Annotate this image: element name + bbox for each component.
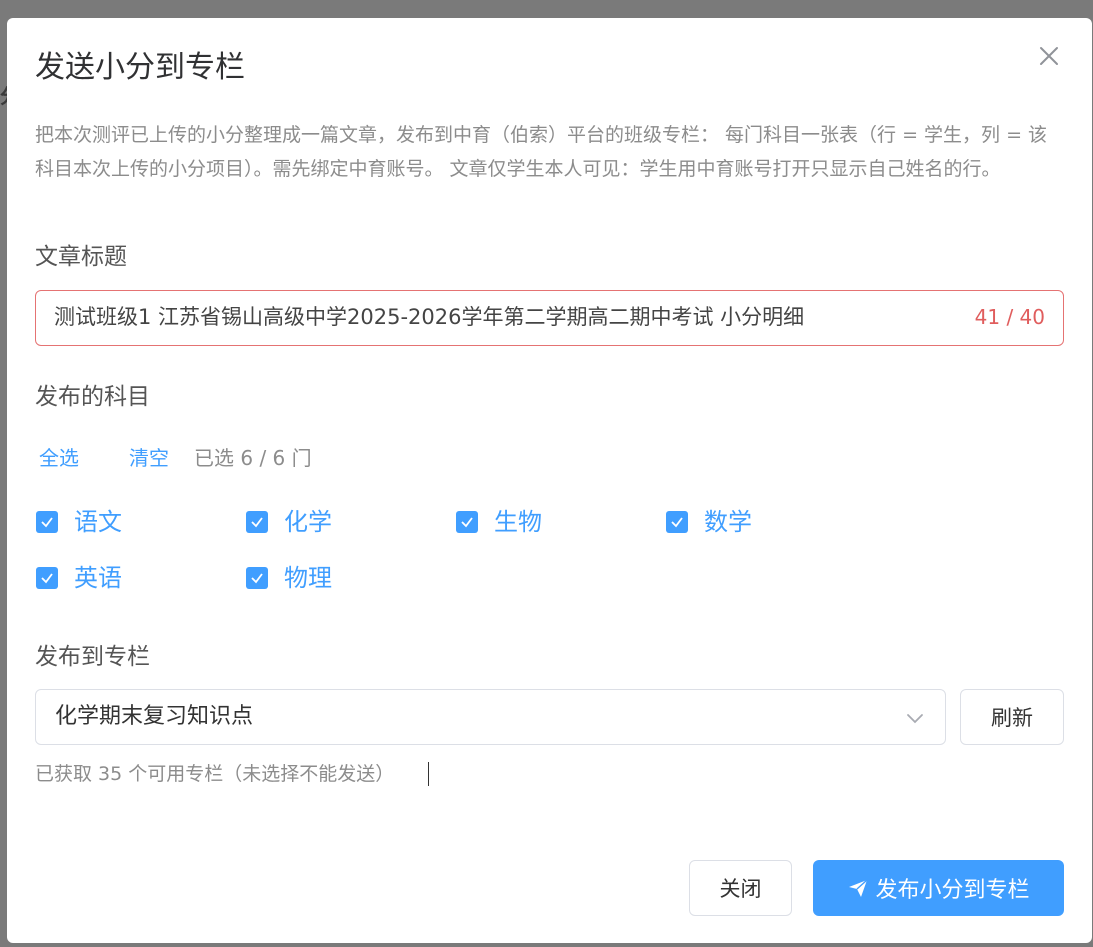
clear-button[interactable]: 清空 bbox=[129, 444, 169, 472]
checkbox-checked-icon[interactable] bbox=[666, 511, 688, 533]
title-char-counter: 41 / 40 bbox=[974, 305, 1045, 329]
column-select-value[interactable]: 化学期末复习知识点 bbox=[55, 690, 253, 744]
subject-label[interactable]: 数学 bbox=[704, 506, 752, 538]
checkbox-checked-icon[interactable] bbox=[36, 567, 58, 589]
close-icon[interactable] bbox=[1035, 42, 1063, 70]
subject-label[interactable]: 生物 bbox=[494, 506, 542, 538]
dialog-title: 发送小分到专栏 bbox=[35, 50, 245, 85]
refresh-button[interactable]: 刷新 bbox=[960, 689, 1064, 745]
text-caret bbox=[428, 762, 429, 786]
subject-checkbox-chemistry[interactable]: 化学 bbox=[246, 506, 332, 538]
publish-button[interactable]: 发布小分到专栏 bbox=[813, 860, 1064, 916]
subject-label[interactable]: 英语 bbox=[74, 562, 122, 594]
subject-checkbox-english[interactable]: 英语 bbox=[36, 562, 122, 594]
article-title-label: 文章标题 bbox=[35, 244, 127, 270]
subject-checkbox-chinese[interactable]: 语文 bbox=[36, 506, 122, 538]
subject-checkbox-math[interactable]: 数学 bbox=[666, 506, 752, 538]
checkbox-checked-icon[interactable] bbox=[246, 511, 268, 533]
subject-label[interactable]: 物理 bbox=[284, 562, 332, 594]
checkbox-checked-icon[interactable] bbox=[456, 511, 478, 533]
subject-checkbox-physics[interactable]: 物理 bbox=[246, 562, 332, 594]
article-title-value[interactable]: 测试班级1 江苏省锡山高级中学2025-2026学年第二学期高二期中考试 小分明… bbox=[54, 291, 804, 344]
article-title-input[interactable]: 测试班级1 江苏省锡山高级中学2025-2026学年第二学期高二期中考试 小分明… bbox=[35, 290, 1064, 346]
column-hint: 已获取 35 个可用专栏（未选择不能发送） bbox=[35, 763, 395, 785]
send-icon bbox=[849, 879, 868, 897]
subject-label[interactable]: 化学 bbox=[284, 506, 332, 538]
selected-count: 已选 6 / 6 门 bbox=[194, 446, 312, 470]
column-select[interactable]: 化学期末复习知识点 bbox=[35, 689, 946, 745]
chevron-down-icon[interactable] bbox=[905, 708, 925, 728]
checkbox-checked-icon[interactable] bbox=[246, 567, 268, 589]
close-button[interactable]: 关闭 bbox=[689, 860, 792, 916]
publish-button-label: 发布小分到专栏 bbox=[875, 878, 1030, 903]
send-scores-dialog: 发送小分到专栏 把本次测评已上传的小分整理成一篇文章，发布到中育（伯索）平台的班… bbox=[7, 18, 1092, 943]
subjects-label: 发布的科目 bbox=[35, 384, 150, 410]
select-all-button[interactable]: 全选 bbox=[39, 444, 79, 472]
checkbox-checked-icon[interactable] bbox=[36, 511, 58, 533]
subject-checkbox-biology[interactable]: 生物 bbox=[456, 506, 542, 538]
dialog-description: 把本次测评已上传的小分整理成一篇文章，发布到中育（伯索）平台的班级专栏： 每门科… bbox=[35, 124, 1048, 180]
subject-label[interactable]: 语文 bbox=[74, 506, 122, 538]
column-label: 发布到专栏 bbox=[35, 644, 150, 670]
